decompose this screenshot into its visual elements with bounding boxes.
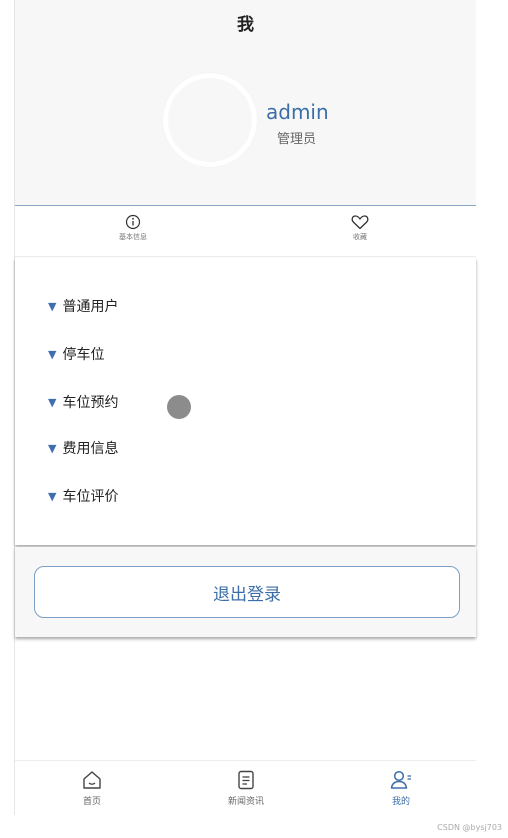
menu-item-space-reservation[interactable]: ▼ 车位预约 [48,391,118,413]
touch-cursor-indicator [167,395,191,419]
nav-item-news[interactable]: 新闻资讯 [211,769,281,807]
logout-section: 退出登录 [15,547,476,637]
tab-basic-info[interactable]: 基本信息 [103,214,163,242]
triangle-down-icon: ▼ [48,441,57,455]
menu-item-label: 停车位 [62,347,105,363]
admin-menu: ▼ 普通用户 ▼ 停车位 ▼ 车位预约 ▼ 费用信息 ▼ 车位评价 [15,258,476,545]
triangle-down-icon: ▼ [48,299,57,313]
home-icon [83,771,101,789]
triangle-down-icon: ▼ [48,347,57,361]
logout-button[interactable]: 退出登录 [34,566,460,618]
triangle-down-icon: ▼ [48,395,57,409]
menu-item-fee-info[interactable]: ▼ 费用信息 [48,437,118,459]
menu-item-label: 普通用户 [62,299,119,315]
username: admin [266,100,329,124]
menu-item-label: 车位评价 [62,489,119,505]
tab-favorites-label: 收藏 [353,233,367,241]
bottom-nav: 首页 新闻资讯 我的 [15,760,476,816]
nav-item-label: 我的 [391,797,410,807]
tab-favorites[interactable]: 收藏 [330,214,390,242]
tab-basic-info-label: 基本信息 [119,233,147,241]
user-icon [390,770,411,789]
watermark: CSDN @bysj703 [437,823,502,832]
menu-item-space-reviews[interactable]: ▼ 车位评价 [48,485,118,507]
nav-item-mine[interactable]: 我的 [366,769,436,807]
menu-item-label: 费用信息 [62,441,119,457]
triangle-down-icon: ▼ [48,489,57,503]
nav-item-home[interactable]: 首页 [57,769,127,807]
user-role: 管理员 [277,132,317,147]
page-title: 我 [237,15,254,35]
heart-icon [351,215,369,230]
nav-item-label: 新闻资讯 [227,797,264,807]
menu-item-regular-users[interactable]: ▼ 普通用户 [48,295,118,317]
news-icon [238,770,254,790]
menu-item-parking-spaces[interactable]: ▼ 停车位 [48,343,104,365]
menu-item-label: 车位预约 [62,395,119,411]
avatar[interactable] [163,73,257,167]
app-screen: 我 admin 管理员 基本信息 收藏 ▼ 普通用户 ▼ 停车位 ▼ 车位预约 … [14,0,476,816]
info-icon [125,214,141,230]
profile-header: 我 admin 管理员 [15,0,476,206]
nav-item-label: 首页 [82,797,101,807]
info-tabs: 基本信息 收藏 [15,206,476,257]
